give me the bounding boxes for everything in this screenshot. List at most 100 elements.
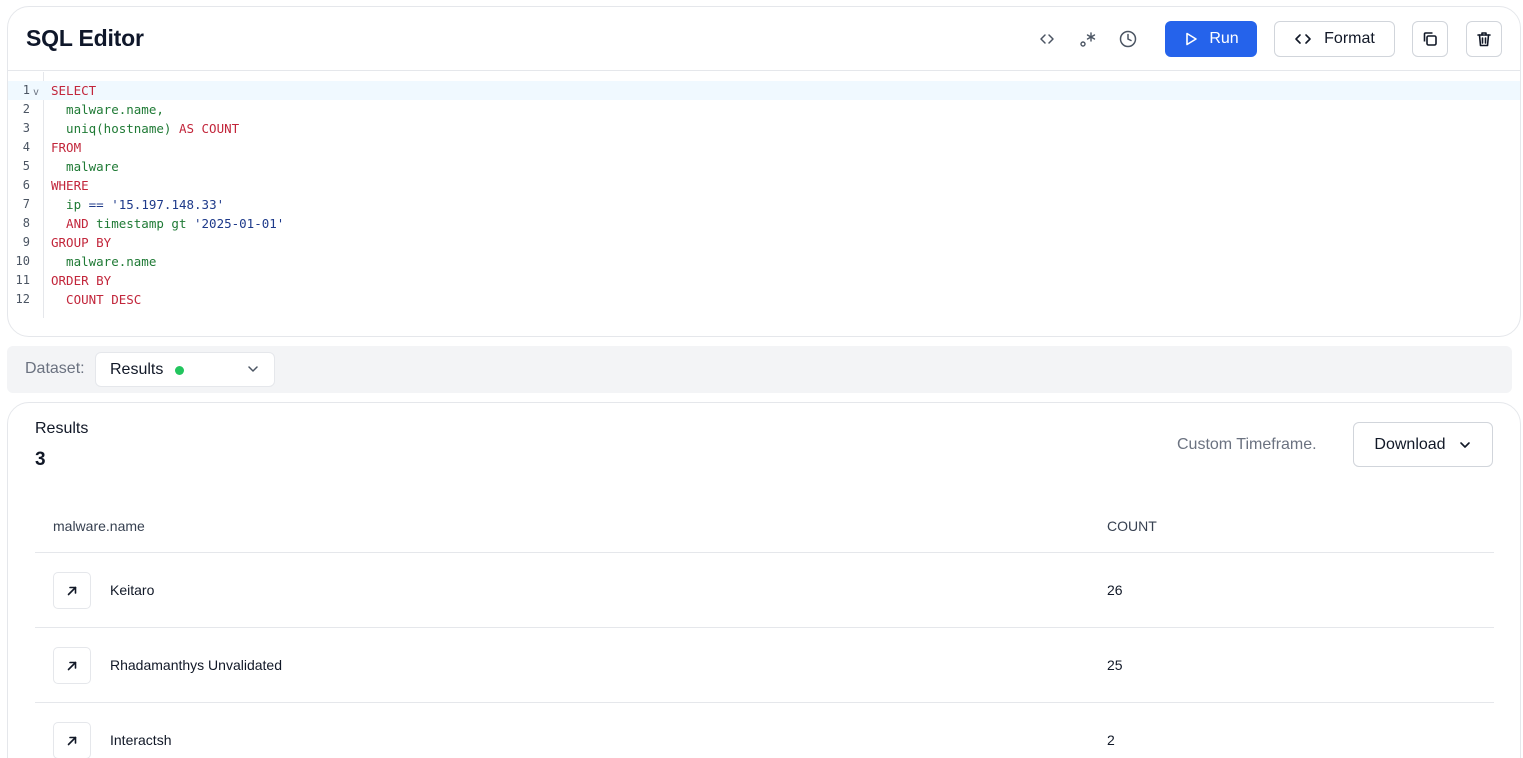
code-line[interactable]: 11 ORDER BY (8, 271, 1520, 290)
code-token: GROUP BY (51, 235, 112, 250)
line-number: 6 (22, 178, 30, 192)
code-text: COUNT DESC (51, 290, 141, 309)
code-token: uniq(hostname) (51, 121, 179, 136)
results-panel: Results 3 Custom Timeframe. Download mal… (7, 402, 1521, 758)
open-row-button[interactable] (53, 572, 91, 609)
code-token: '15.197.148.33' (111, 197, 225, 212)
code-line[interactable]: 12 COUNT DESC (8, 290, 1520, 309)
table-row: Interactsh 2 (35, 703, 1494, 758)
code-token: '2025-01-01' (194, 216, 285, 231)
code-text: malware.name (51, 252, 156, 271)
row-count: 2 (1107, 732, 1115, 748)
line-number: 8 (22, 216, 30, 230)
copy-button[interactable] (1412, 21, 1448, 57)
code-token: ORDER BY (51, 273, 112, 288)
timeframe-label: Custom Timeframe. (1177, 436, 1317, 453)
code-line[interactable]: 7 ip == '15.197.148.33' (8, 195, 1520, 214)
dataset-value: Results (110, 361, 164, 378)
row-malware-name: Interactsh (110, 732, 172, 748)
code-token: AS COUNT (178, 121, 240, 136)
code-text: uniq(hostname) AS COUNT (51, 119, 239, 138)
copy-icon (1423, 32, 1437, 46)
code-token: malware.name, (51, 102, 164, 117)
arrow-up-right-icon (67, 661, 77, 670)
code-token: FROM (51, 140, 82, 155)
dataset-label: Dataset: (25, 360, 85, 377)
history-icon[interactable] (1114, 25, 1142, 53)
line-number: 2 (22, 102, 30, 116)
code-line[interactable]: 9 GROUP BY (8, 233, 1520, 252)
code-token: SELECT (51, 83, 97, 98)
code-text: GROUP BY (51, 233, 111, 252)
play-icon (1186, 32, 1198, 46)
line-number: 10 (15, 254, 30, 268)
arrow-up-right-icon (67, 736, 77, 745)
format-button-label: Format (1324, 30, 1375, 47)
download-button[interactable]: Download (1353, 422, 1493, 467)
arrow-up-right-icon (67, 586, 77, 595)
code-line[interactable]: 10 malware.name (8, 252, 1520, 271)
code-token: timestamp gt (96, 216, 194, 231)
delete-button[interactable] (1466, 21, 1502, 57)
code-text: ip == '15.197.148.33' (51, 195, 224, 214)
line-number: 1 (22, 83, 30, 97)
code-text: malware (51, 157, 119, 176)
table-row: Keitaro 26 (35, 553, 1494, 628)
column-header-name[interactable]: malware.name (53, 518, 145, 534)
dataset-bar: Dataset: Results (7, 346, 1512, 393)
code-line[interactable]: 4 FROM (8, 138, 1520, 157)
code-text: SELECT (51, 81, 96, 100)
line-number: 5 (22, 159, 30, 173)
code-line[interactable]: 2 malware.name, (8, 100, 1520, 119)
line-number: 3 (22, 121, 30, 135)
code-token: malware.name (51, 254, 157, 269)
code-line[interactable]: 5 malware (8, 157, 1520, 176)
chevron-down-icon (1459, 441, 1470, 448)
code-token: ip (51, 197, 89, 212)
chevron-down-icon (246, 362, 260, 381)
sql-editor-panel: SQL Editor Run Format 1 v SELECT 2 malware.… (7, 6, 1521, 337)
line-number: 9 (22, 235, 30, 249)
page-title: SQL Editor (26, 25, 144, 51)
row-count: 26 (1107, 582, 1123, 598)
trash-icon (1477, 32, 1491, 47)
table-row: Rhadamanthys Unvalidated 25 (35, 628, 1494, 703)
code-token: == (88, 197, 104, 212)
format-button[interactable]: Format (1274, 21, 1395, 57)
line-number: 12 (15, 292, 30, 306)
code-token: WHERE (51, 178, 89, 193)
status-dot (175, 366, 184, 375)
download-button-label: Download (1374, 435, 1446, 453)
code-text: WHERE (51, 176, 89, 195)
line-number: 11 (15, 273, 30, 287)
editor-header: SQL Editor Run Format (8, 7, 1520, 71)
code-line[interactable]: 1 v SELECT (8, 81, 1520, 100)
code-text: ORDER BY (51, 271, 111, 290)
line-number: 4 (22, 140, 30, 154)
code-text: malware.name, (51, 100, 164, 119)
code-line[interactable]: 6 WHERE (8, 176, 1520, 195)
code-line[interactable]: 8 AND timestamp gt '2025-01-01' (8, 214, 1520, 233)
dataset-select[interactable]: Results (95, 352, 275, 387)
run-button[interactable]: Run (1165, 21, 1257, 57)
code-token: COUNT DESC (51, 292, 142, 307)
open-row-button[interactable] (53, 722, 91, 758)
code-token: AND (51, 216, 97, 231)
row-malware-name: Rhadamanthys Unvalidated (110, 657, 282, 673)
code-icon[interactable] (1033, 25, 1061, 53)
regex-icon[interactable] (1074, 25, 1102, 53)
code-text: AND timestamp gt '2025-01-01' (51, 214, 284, 233)
row-malware-name: Keitaro (110, 582, 155, 598)
results-count: 3 (35, 449, 46, 470)
row-count: 25 (1107, 657, 1123, 673)
code-text: FROM (51, 138, 81, 157)
code-editor[interactable]: 1 v SELECT 2 malware.name, 3 uniq(hostname) … (8, 72, 1520, 336)
line-number: 7 (22, 197, 30, 211)
open-row-button[interactable] (53, 647, 91, 684)
code-icon (1295, 34, 1311, 44)
results-label: Results (35, 420, 89, 437)
code-token: malware (51, 159, 119, 174)
code-line[interactable]: 3 uniq(hostname) AS COUNT (8, 119, 1520, 138)
run-button-label: Run (1209, 30, 1239, 47)
column-header-count[interactable]: COUNT (1107, 518, 1157, 534)
